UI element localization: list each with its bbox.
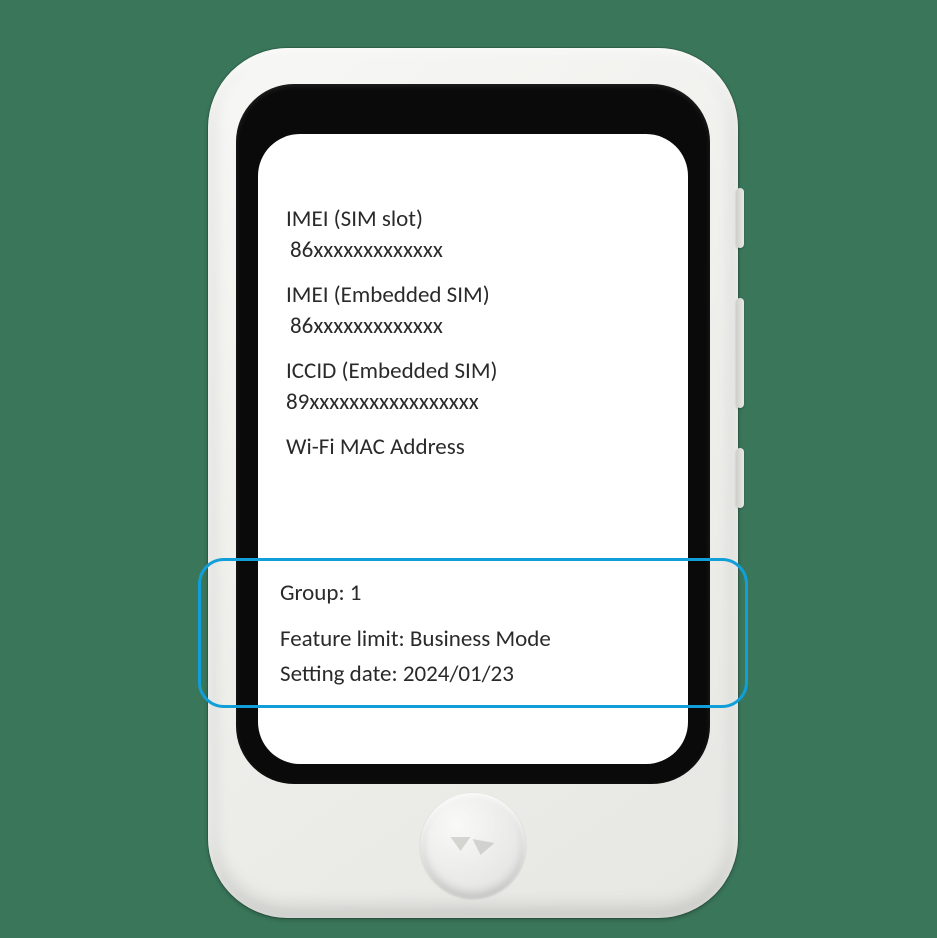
iccid-embedded-value: 89xxxxxxxxxxxxxxxxx (286, 387, 660, 418)
imei-embedded-label: IMEI (Embedded SIM) (286, 280, 660, 311)
imei-embedded-value: 86xxxxxxxxxxxxx (286, 311, 660, 342)
device-body: IMEI (SIM slot) 86xxxxxxxxxxxxx IMEI (Em… (208, 48, 738, 918)
home-button-icon (450, 831, 496, 861)
side-button-top[interactable] (736, 188, 744, 248)
imei-sim-slot-label: IMEI (SIM slot) (286, 204, 660, 235)
setting-date-line: Setting date: 2024/01/23 (280, 657, 551, 693)
iccid-embedded-block: ICCID (Embedded SIM) 89xxxxxxxxxxxxxxxxx (286, 356, 660, 418)
side-button-bottom[interactable] (736, 448, 744, 508)
home-button[interactable] (421, 793, 526, 898)
group-line: Group: 1 (280, 576, 551, 612)
feature-limit-line: Feature limit: Business Mode (280, 622, 551, 658)
imei-embedded-block: IMEI (Embedded SIM) 86xxxxxxxxxxxxx (286, 280, 660, 342)
wifi-mac-label: Wi-Fi MAC Address (286, 432, 660, 463)
side-button-middle[interactable] (736, 298, 744, 408)
iccid-embedded-label: ICCID (Embedded SIM) (286, 356, 660, 387)
imei-sim-slot-value: 86xxxxxxxxxxxxx (286, 235, 660, 266)
highlight-text-block: Group: 1 Feature limit: Business Mode Se… (280, 576, 551, 693)
imei-sim-slot-block: IMEI (SIM slot) 86xxxxxxxxxxxxx (286, 204, 660, 266)
